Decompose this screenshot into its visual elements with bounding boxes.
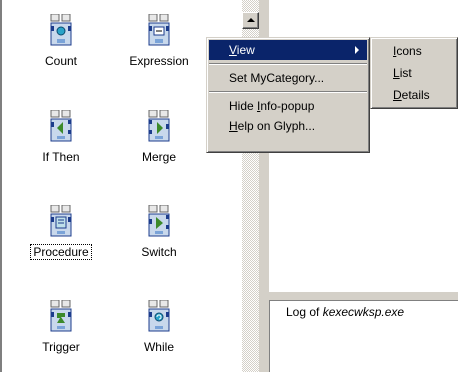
submenu-icons-label: cons [396,44,422,58]
merge-glyph-icon [148,110,170,142]
menu-item-set-category[interactable]: Set MyCategory... [209,68,367,88]
submenu-details-accel: D [393,88,402,102]
menu-item-help-accel: H [229,119,238,133]
arrow-up-icon [247,18,255,22]
if-then-glyph-icon [50,110,72,142]
menu-item-hide-info-popup[interactable]: Hide Info-popup [209,96,367,116]
trigger-glyph-icon [50,300,72,332]
menu-separator [209,63,367,65]
switch-glyph-icon [148,205,170,237]
expression-glyph-icon [148,14,170,46]
log-title-file: kexecwksp.exe [322,305,405,319]
submenu-arrow-icon [355,46,359,54]
glyph-label: Merge [141,150,176,164]
glyph-count[interactable]: Count [16,14,106,68]
glyph-if-then[interactable]: If Then [16,110,106,164]
menu-item-set-category-label: Set MyCategory... [229,71,325,85]
while-glyph-icon [148,300,170,332]
menu-item-view[interactable]: View [209,40,367,60]
glyph-expression[interactable]: Expression [114,14,204,68]
log-title-prefix: Log of [286,305,323,319]
glyph-label: Expression [129,54,189,68]
submenu-item-icons[interactable]: Icons [373,40,455,62]
glyph-label: Trigger [42,340,80,354]
glyph-trigger[interactable]: Trigger [16,300,106,354]
glyph-procedure[interactable]: Procedure [16,205,106,260]
glyph-label: Procedure [30,244,92,260]
scroll-up-button[interactable] [242,12,259,29]
glyph-label: Switch [141,245,177,259]
submenu-list-label: ist [399,66,412,80]
glyph-label: If Then [42,150,80,164]
glyph-switch[interactable]: Switch [114,205,204,259]
procedure-glyph-icon [50,205,72,237]
glyph-while[interactable]: While [114,300,204,354]
log-title: Log of kexecwksp.exe [286,305,404,319]
menu-item-view-label-post: iew [236,43,255,57]
horizontal-splitter[interactable] [269,292,458,301]
glyph-label: While [143,340,174,354]
menu-item-hide-info-label-pre: Hide [229,99,258,113]
submenu-item-list[interactable]: List [373,62,455,84]
menu-item-view-accel: V [229,43,237,57]
menu-item-help-on-glyph[interactable]: Help on Glyph... [209,116,367,136]
count-glyph-icon [50,14,72,46]
submenu-list-accel: L [393,66,400,80]
menu-item-hide-info-label-post: nfo-popup [260,99,315,113]
view-submenu: Icons List Details [370,37,458,109]
menu-item-help-label-post: elp on Glyph... [237,119,316,133]
context-menu: View Set MyCategory... Hide Info-popup H… [206,37,370,153]
log-pane: Log of kexecwksp.exe [269,301,458,372]
menu-separator [209,91,367,93]
glyph-merge[interactable]: Merge [114,110,204,164]
submenu-item-details[interactable]: Details [373,84,455,106]
glyph-label: Count [44,54,78,68]
submenu-details-label: etails [401,88,430,102]
